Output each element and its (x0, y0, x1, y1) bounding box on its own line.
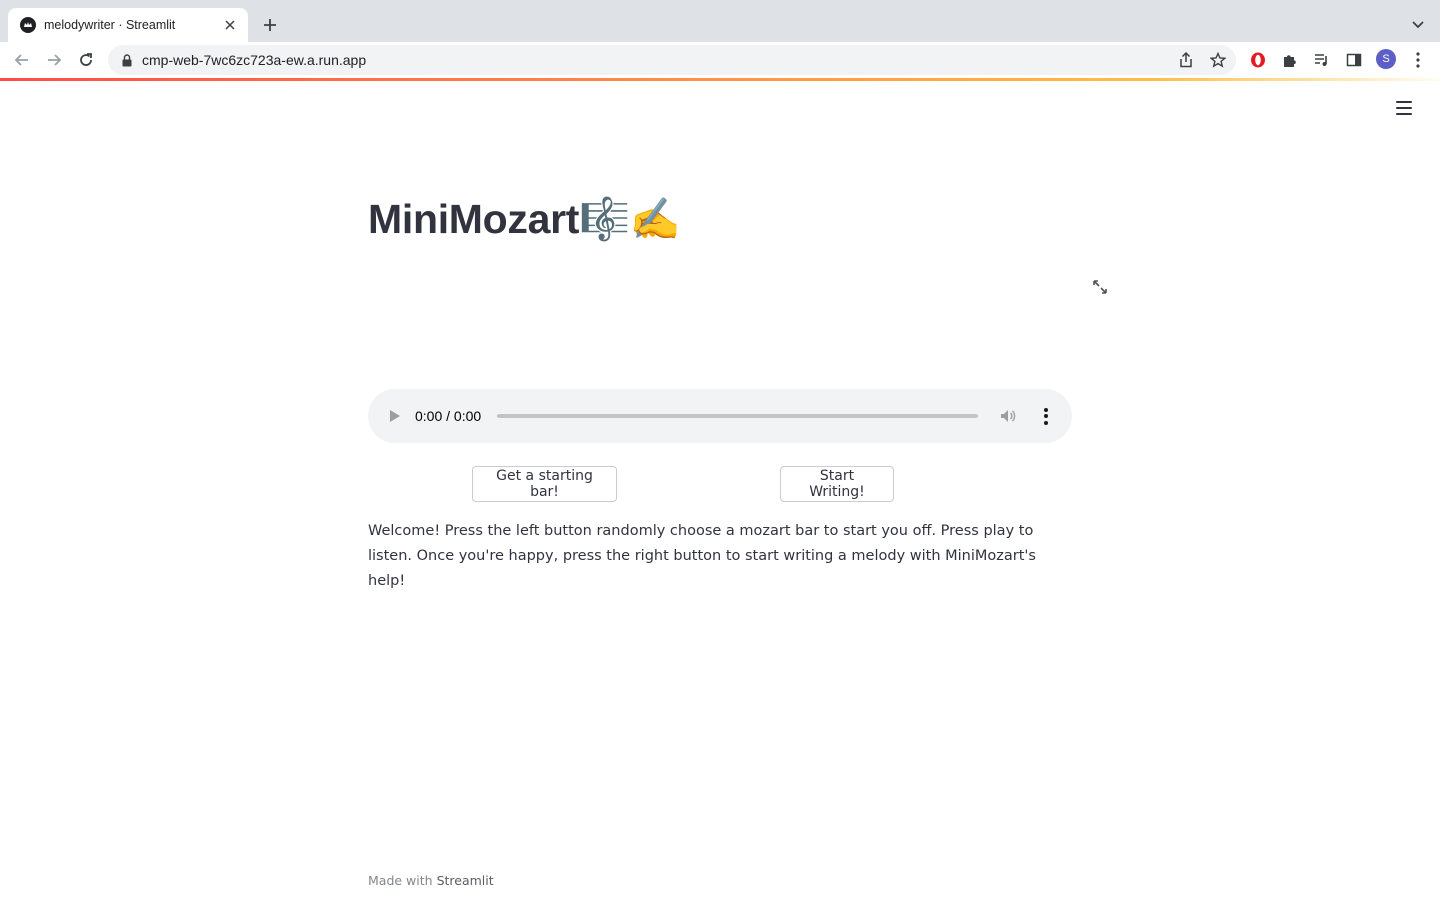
tab-title: melodywriter · Streamlit (44, 18, 176, 32)
streamlit-decoration-bar (0, 78, 1440, 81)
page-title-emoji: 🎼✍️ (579, 196, 681, 242)
browser-toolbar: cmp-web-7wc6zc723a-ew.a.run.app (0, 42, 1440, 78)
lock-icon[interactable] (120, 53, 134, 67)
footer: Made with Streamlit (368, 873, 494, 888)
side-panel-icon[interactable] (1342, 48, 1366, 72)
audio-player[interactable]: 0:00 / 0:00 (368, 389, 1072, 443)
address-bar[interactable]: cmp-web-7wc6zc723a-ew.a.run.app (108, 45, 1236, 75)
url-text: cmp-web-7wc6zc723a-ew.a.run.app (142, 52, 367, 68)
forward-arrow-icon[interactable] (42, 48, 66, 72)
tab-strip: melodywriter · Streamlit (0, 0, 1440, 42)
hamburger-menu-icon[interactable] (1394, 98, 1414, 118)
page-title: MiniMozart🎼✍️ (368, 196, 681, 244)
footer-prefix: Made with (368, 873, 433, 888)
tab-search-chevron-icon[interactable] (1406, 13, 1430, 37)
streamlit-favicon-icon (20, 17, 36, 33)
profile-avatar[interactable]: S (1376, 49, 1396, 69)
audio-more-options-icon[interactable] (1038, 406, 1054, 426)
volume-icon[interactable] (998, 406, 1018, 426)
new-tab-icon[interactable] (258, 13, 282, 37)
audio-progress-bar[interactable] (497, 414, 978, 418)
audio-time: 0:00 / 0:00 (415, 408, 482, 424)
extensions-puzzle-icon[interactable] (1278, 48, 1302, 72)
share-icon[interactable] (1174, 48, 1198, 72)
browser-menu-icon[interactable] (1406, 48, 1430, 72)
welcome-text: Welcome! Press the left button randomly … (368, 523, 1036, 589)
browser-tab[interactable]: melodywriter · Streamlit (8, 8, 248, 42)
streamlit-link[interactable]: Streamlit (437, 873, 494, 888)
reload-icon[interactable] (74, 48, 98, 72)
play-icon[interactable] (388, 409, 402, 423)
fullscreen-expand-icon[interactable] (1090, 277, 1110, 297)
media-queue-icon[interactable] (1310, 48, 1334, 72)
start-writing-button[interactable]: Start Writing! (780, 466, 894, 502)
opera-extension-icon[interactable] (1246, 48, 1270, 72)
bookmark-star-icon[interactable] (1206, 48, 1230, 72)
close-tab-icon[interactable] (222, 17, 238, 33)
page-title-text: MiniMozart (368, 196, 580, 242)
back-arrow-icon[interactable] (10, 48, 34, 72)
get-starting-bar-button[interactable]: Get a starting bar! (472, 466, 617, 502)
